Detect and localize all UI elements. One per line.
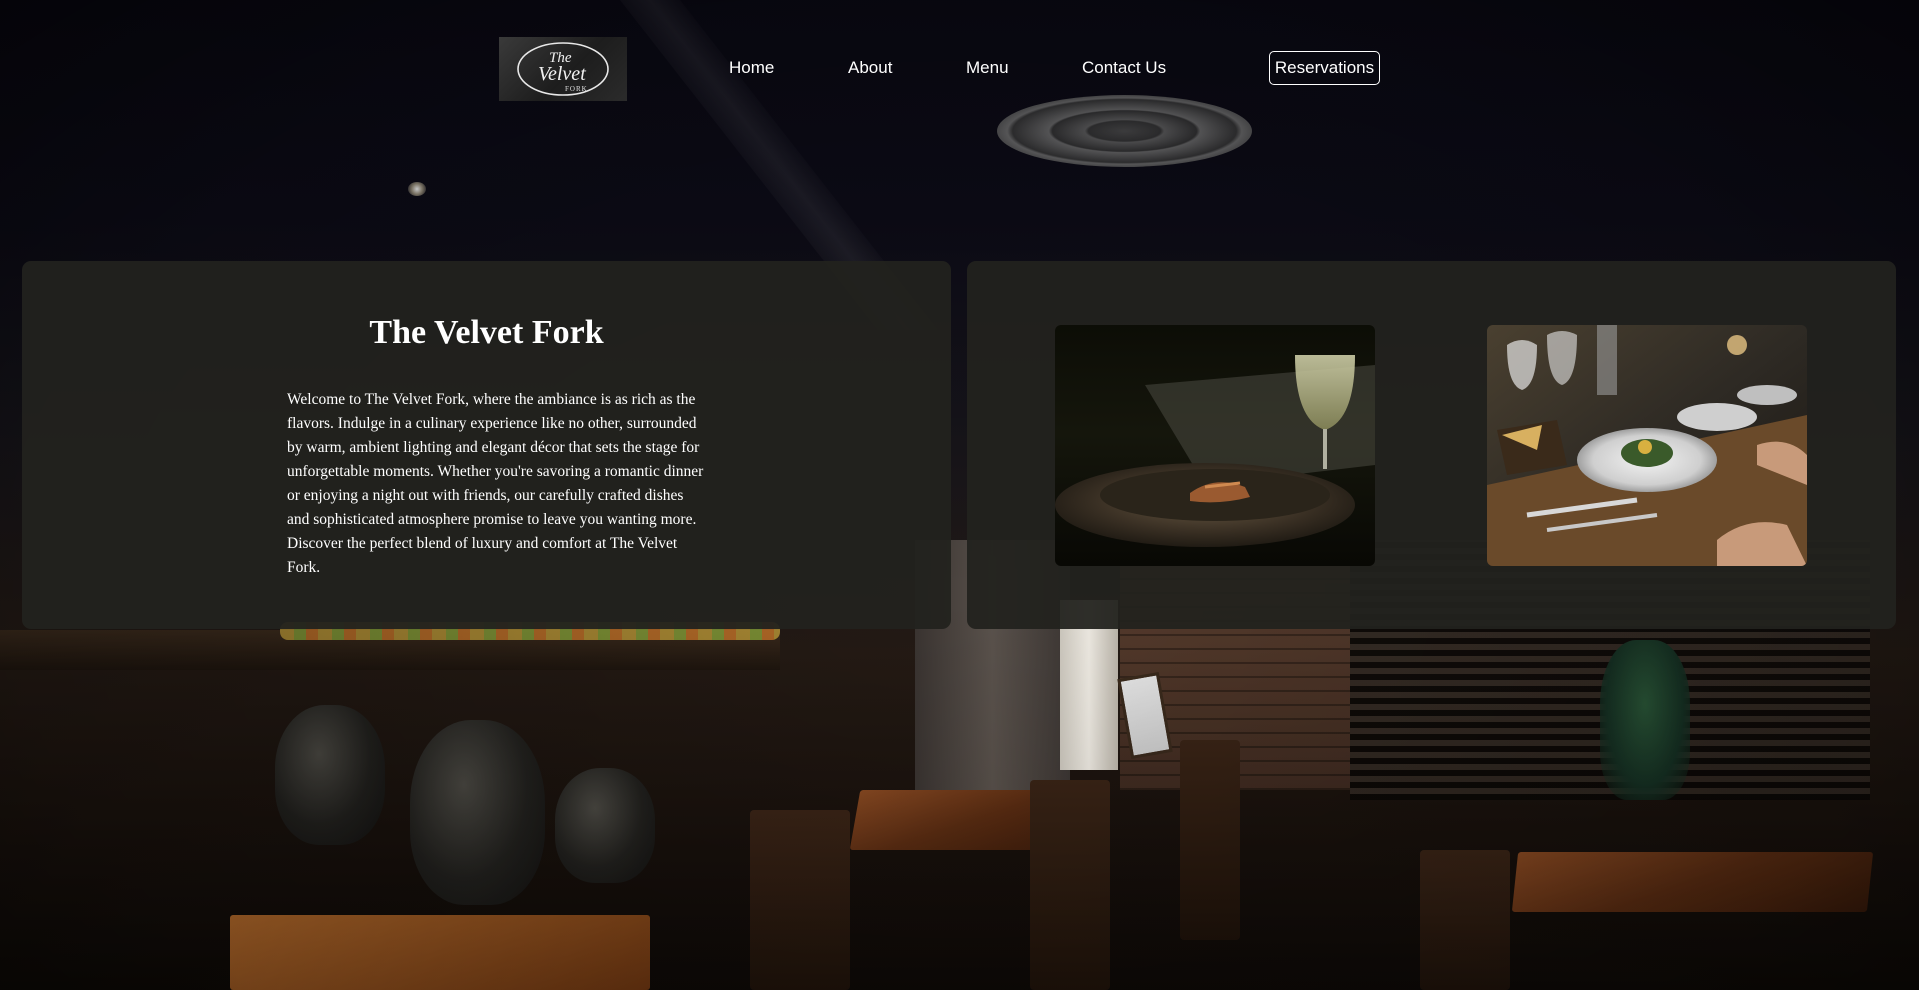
nav-link-menu[interactable]: Menu (966, 57, 1009, 79)
nav-link-contact-us[interactable]: Contact Us (1082, 57, 1166, 79)
logo-text-fork: FORK (565, 85, 588, 93)
about-title: The Velvet Fork (369, 314, 604, 351)
dining-table-with-guests-photo-icon (1487, 325, 1807, 566)
about-card: The Velvet Fork Welcome to The Velvet Fo… (22, 261, 951, 629)
gallery-photo-dining-table (1487, 325, 1807, 566)
gallery-card (967, 261, 1896, 629)
nav-link-about[interactable]: About (848, 57, 892, 79)
about-description: Welcome to The Velvet Fork, where the am… (287, 391, 704, 576)
nav-link-home[interactable]: Home (729, 57, 774, 79)
main-navigation: Home About Menu Contact Us (0, 57, 1919, 79)
site-header: The Velvet FORK Home About Menu Contact … (0, 0, 1919, 140)
plated-dish-with-wine-photo-icon (1055, 325, 1375, 566)
gallery-photo-plated-dish (1055, 325, 1375, 566)
reservations-button[interactable]: Reservations (1269, 51, 1380, 85)
